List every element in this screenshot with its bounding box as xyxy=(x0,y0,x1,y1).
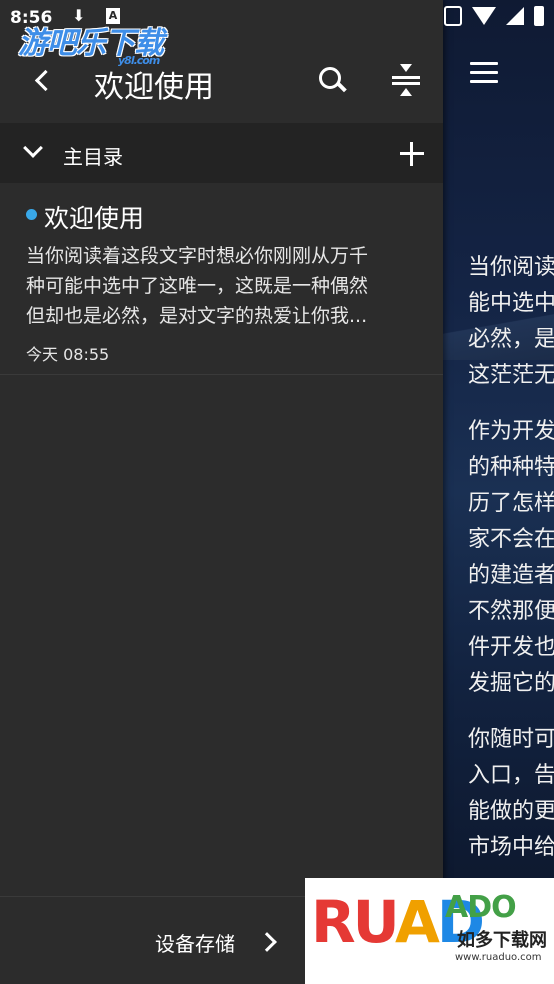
watermark-logo-bottom: RUAD ADO 如多下载网 www.ruaduo.com xyxy=(305,878,554,984)
reader-line: 历了怎样 xyxy=(468,491,554,516)
signal-icon xyxy=(506,7,524,25)
reader-background: 当你阅读 能中选中 必然，是 这茫茫无 作为开发 的种种特 历了怎样 家不会在 … xyxy=(440,0,554,984)
note-preview-line: 但却也是必然，是对文字的热爱让你我... xyxy=(26,305,368,327)
unread-dot-icon xyxy=(26,209,37,220)
reader-line: 市场中给 xyxy=(468,835,554,860)
note-timestamp: 今天 08:55 xyxy=(26,345,110,364)
add-icon[interactable] xyxy=(400,142,424,166)
battery-icon xyxy=(534,6,544,26)
reader-line: 发掘它的 xyxy=(468,671,554,696)
reader-line: 你随时可 xyxy=(468,727,554,752)
notes-drawer: 欢迎使用 主目录 欢迎使用 当你阅读着这段文字时想必你刚刚从万千 种可能中选中了… xyxy=(0,0,443,984)
directory-header[interactable]: 主目录 xyxy=(0,123,443,183)
reader-line: 家不会在 xyxy=(468,527,554,552)
directory-label: 主目录 xyxy=(63,145,123,169)
note-preview-line: 当你阅读着这段文字时想必你刚刚从万千 xyxy=(26,245,369,267)
reader-line: 的建造者 xyxy=(468,563,554,588)
note-title: 欢迎使用 xyxy=(44,204,145,233)
reader-paragraph-3: 你随时可 入口，告 能做的更 市场中给 xyxy=(468,722,554,866)
watermark-cn: 如多下载网 xyxy=(457,930,547,951)
reader-paragraph-2: 作为开发 的种种特 历了怎样 家不会在 的建造者 不然那便 件开发也 发掘它的 xyxy=(468,414,554,702)
chevron-down-icon[interactable] xyxy=(24,141,40,157)
back-arrow-icon[interactable] xyxy=(30,66,60,96)
reader-line: 能做的更 xyxy=(468,799,554,824)
watermark-url-bottom: www.ruaduo.com xyxy=(455,952,542,963)
reader-line: 的种种特 xyxy=(468,455,554,480)
collapse-all-icon[interactable] xyxy=(390,62,422,98)
reader-line: 必然，是 xyxy=(468,327,554,352)
wifi-icon xyxy=(472,7,496,25)
chevron-right-icon[interactable] xyxy=(260,933,276,949)
watermark-logo-top: 游吧乐下载 y8l.com xyxy=(18,18,164,67)
reader-line: 不然那便 xyxy=(468,599,554,624)
vibrate-icon xyxy=(444,6,462,26)
page-title: 欢迎使用 xyxy=(94,70,214,105)
hamburger-menu-icon[interactable] xyxy=(470,62,498,84)
reader-line: 入口，告 xyxy=(468,763,554,788)
reader-line: 当你阅读 xyxy=(468,255,554,280)
watermark-url: y8l.com xyxy=(118,54,160,67)
note-list-item[interactable]: 欢迎使用 当你阅读着这段文字时想必你刚刚从万千 种可能中选中了这唯一，这既是一种… xyxy=(0,185,443,375)
watermark-dado: ADO xyxy=(445,890,517,925)
reader-line: 件开发也 xyxy=(468,635,554,660)
reader-line: 这茫茫无 xyxy=(468,363,554,388)
search-icon[interactable] xyxy=(316,64,350,98)
note-preview: 当你阅读着这段文字时想必你刚刚从万千 种可能中选中了这唯一，这既是一种偶然 但却… xyxy=(26,241,426,331)
reader-line: 能中选中 xyxy=(468,291,554,316)
device-storage-label: 设备存储 xyxy=(155,932,235,956)
reader-text: 当你阅读 能中选中 必然，是 这茫茫无 作为开发 的种种特 历了怎样 家不会在 … xyxy=(468,250,554,886)
reader-paragraph-1: 当你阅读 能中选中 必然，是 这茫茫无 xyxy=(468,250,554,394)
reader-line: 作为开发 xyxy=(468,419,554,444)
note-preview-line: 种可能中选中了这唯一，这既是一种偶然 xyxy=(26,275,369,297)
system-icons xyxy=(444,6,544,26)
